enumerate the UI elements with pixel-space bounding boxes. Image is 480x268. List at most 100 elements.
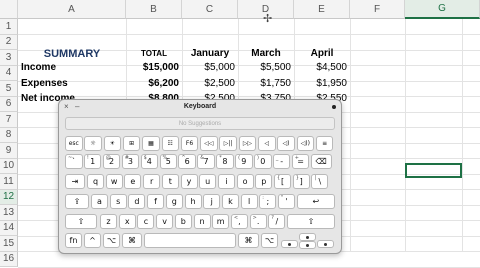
key-bottom-5[interactable]: ⌥ (261, 233, 278, 248)
key-fn-9[interactable]: ▷▷ (238, 136, 257, 151)
key-z-0[interactable]: ⇧ (65, 214, 97, 229)
key-fn-2[interactable]: ☀ (103, 136, 122, 151)
key-fn-8[interactable]: ▷|| (219, 136, 237, 151)
key-a-10[interactable]: ;: (259, 194, 277, 209)
key-num-9[interactable]: 9( (235, 154, 253, 169)
key-q-8[interactable]: i (217, 174, 235, 189)
key-num-1[interactable]: 1! (83, 154, 102, 169)
key-num-0[interactable]: ` ~ (65, 154, 83, 169)
key-q-6[interactable]: y (180, 174, 198, 189)
cell-e4[interactable]: $4,500 (294, 60, 347, 75)
key-fn-11[interactable]: ◁) (277, 136, 295, 151)
row-header-16[interactable]: 16 (0, 251, 18, 267)
key-z-9[interactable]: . > (249, 214, 267, 229)
key-z-5[interactable]: b (174, 214, 192, 229)
row-header-3[interactable]: 3 (0, 50, 18, 66)
key-z-6[interactable]: n (193, 214, 211, 229)
key-fn-0[interactable]: esc (65, 136, 83, 151)
key-bottom-3[interactable]: ⌘ (122, 233, 142, 248)
cell-a4[interactable]: Income (21, 60, 121, 75)
key-q-2[interactable]: w (105, 174, 123, 189)
key-q-1[interactable]: q (87, 174, 104, 189)
key-a-3[interactable]: d (128, 194, 146, 209)
row-header-11[interactable]: 11 (0, 174, 18, 190)
row-header-13[interactable]: 13 (0, 205, 18, 221)
row-header-10[interactable]: 10 (0, 158, 18, 174)
cell-d5[interactable]: $1,750 (238, 76, 291, 91)
key-fn-4[interactable]: ▦ (142, 136, 160, 151)
key-num-3[interactable]: 3 # (121, 154, 140, 169)
key-fn-7[interactable]: ◁◁ (200, 136, 218, 151)
key-num-11[interactable]: - _ (272, 154, 291, 169)
key-z-7[interactable]: m (212, 214, 230, 229)
cell-a3[interactable]: SUMMARY (18, 46, 126, 61)
key-a-4[interactable]: f (147, 194, 165, 209)
key-z-1[interactable]: z (100, 214, 117, 229)
key-a-8[interactable]: k (221, 194, 239, 209)
key-fn-6[interactable]: F6 (180, 136, 199, 151)
key-q-4[interactable]: r (143, 174, 161, 189)
key-num-13[interactable]: ⌫ (310, 154, 332, 169)
selected-cell-g12[interactable] (405, 163, 462, 178)
row-header-15[interactable]: 15 (0, 236, 18, 252)
key-a-0[interactable]: ⇪ (65, 194, 89, 209)
key-bottom-2[interactable]: ⌥ (103, 233, 120, 248)
cell-a5[interactable]: Expenses (21, 76, 121, 91)
key-num-10[interactable]: 0) (254, 154, 272, 169)
key-q-9[interactable]: o (236, 174, 254, 189)
cell-b3[interactable]: TOTAL (126, 46, 182, 61)
row-header-14[interactable]: 14 (0, 220, 18, 236)
key-fn-13[interactable]: ≡ (315, 136, 334, 151)
key-fn-12[interactable]: ◁)) (296, 136, 315, 151)
row-header-2[interactable]: 2 (0, 34, 18, 50)
key-q-12[interactable]: ]} (292, 174, 310, 189)
cell-c3[interactable]: January (182, 46, 238, 61)
row-header-8[interactable]: 8 (0, 127, 18, 143)
key-z-10[interactable]: /? (268, 214, 286, 229)
key-q-11[interactable]: [{ (274, 174, 291, 189)
key-num-5[interactable]: 5% (159, 154, 177, 169)
key-z-8[interactable]: , < (230, 214, 248, 229)
column-header-c[interactable]: C (182, 0, 238, 19)
key-a-11[interactable]: ' " (278, 194, 295, 209)
key-q-7[interactable]: u (199, 174, 217, 189)
key-num-7[interactable]: 7 & (197, 154, 215, 169)
key-fn-5[interactable]: ☷ (161, 136, 179, 151)
key-fn-1[interactable]: ☼ (84, 136, 102, 151)
key-a-12[interactable]: ↩ (296, 194, 335, 209)
key-q-3[interactable]: e (124, 174, 142, 189)
key-a-6[interactable]: h (184, 194, 202, 209)
key-arrow-left[interactable] (281, 240, 298, 248)
key-z-4[interactable]: v (156, 214, 174, 229)
row-header-12[interactable]: 12 (0, 189, 18, 205)
column-header-b[interactable]: B (126, 0, 182, 19)
key-bottom-1[interactable]: ^ (84, 233, 101, 248)
key-bottom-4[interactable]: ⌘ (238, 233, 259, 248)
cell-b4[interactable]: $15,000 (126, 60, 179, 75)
row-header-9[interactable]: 9 (0, 143, 18, 159)
key-fn-3[interactable]: ⊞ (122, 136, 141, 151)
key-a-1[interactable]: a (91, 194, 108, 209)
cell-e5[interactable]: $1,950 (294, 76, 347, 91)
key-arrow-right[interactable] (317, 240, 334, 248)
key-num-12[interactable]: = + (291, 154, 310, 169)
key-z-3[interactable]: c (137, 214, 155, 229)
key-q-0[interactable]: ⇥ (65, 174, 85, 189)
row-header-6[interactable]: 6 (0, 96, 18, 112)
cell-c4[interactable]: $5,000 (182, 60, 235, 75)
key-a-7[interactable]: j (203, 194, 221, 209)
key-num-8[interactable]: 8 * (216, 154, 234, 169)
key-num-4[interactable]: 4 $ (140, 154, 159, 169)
key-arrow-up[interactable] (299, 233, 316, 241)
key-space[interactable] (144, 233, 236, 248)
key-bottom-0[interactable]: fn (65, 233, 82, 248)
cell-d3[interactable]: March (238, 46, 294, 61)
column-header-a[interactable]: A (18, 0, 126, 19)
key-q-10[interactable]: p (255, 174, 273, 189)
key-arrow-down[interactable] (299, 241, 316, 249)
column-header-g[interactable]: G (405, 0, 480, 19)
column-header-e[interactable]: E (294, 0, 350, 19)
key-num-2[interactable]: 2 @ (102, 154, 121, 169)
row-header-4[interactable]: 4 (0, 65, 18, 81)
column-header-corner[interactable] (0, 0, 18, 19)
